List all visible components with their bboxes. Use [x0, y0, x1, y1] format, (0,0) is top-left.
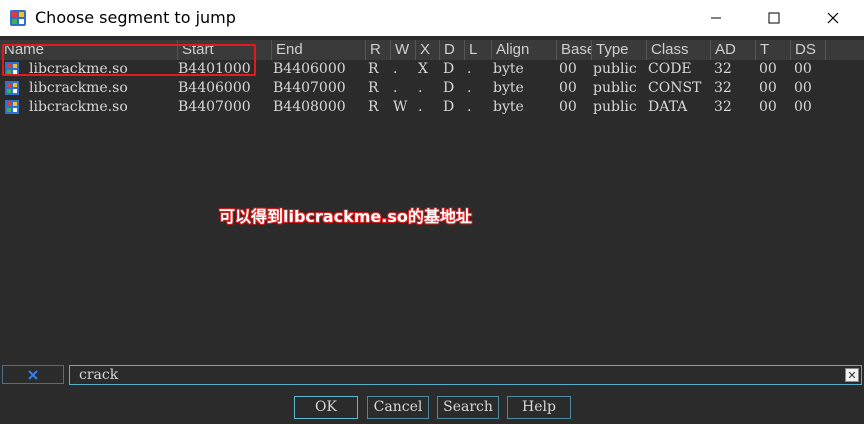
cell-type: public: [593, 99, 637, 115]
clear-filter-button[interactable]: [2, 365, 64, 384]
cell-align: byte: [493, 61, 524, 77]
annotation-highlight-box: [2, 44, 256, 76]
cell-name: libcrackme.so: [29, 80, 128, 96]
cell-l: .: [467, 80, 472, 96]
cell-d: D: [443, 99, 455, 115]
cell-t: 00: [759, 80, 777, 96]
cancel-button[interactable]: Cancel: [367, 396, 429, 419]
column-header-align[interactable]: Align: [492, 40, 557, 60]
segment-icon: [5, 81, 19, 95]
cell-align: byte: [493, 80, 524, 96]
help-button[interactable]: Help: [507, 396, 571, 419]
cell-r: R: [368, 80, 379, 96]
cell-end: B4408000: [273, 99, 346, 115]
column-header-ad[interactable]: AD: [711, 40, 756, 60]
cell-w: .: [393, 61, 398, 77]
cell-ad: 32: [714, 61, 732, 77]
cell-ad: 32: [714, 80, 732, 96]
minimize-button[interactable]: [693, 0, 739, 36]
table-row[interactable]: libcrackme.so B4406000 B4407000 R . . D …: [0, 79, 864, 98]
close-icon: [827, 12, 839, 24]
segment-dialog: Choose segment to jump Name Start End R …: [0, 0, 864, 424]
cell-x: X: [418, 61, 428, 77]
cell-end: B4407000: [273, 80, 346, 96]
cell-class: DATA: [648, 99, 688, 115]
cell-class: CONST: [648, 80, 702, 96]
cell-ds: 00: [794, 99, 812, 115]
column-header-class[interactable]: Class: [647, 40, 711, 60]
cell-r: R: [368, 61, 379, 77]
cell-start: B4407000: [178, 99, 251, 115]
cell-base: 00: [559, 80, 577, 96]
maximize-icon: [768, 12, 780, 24]
column-header-base[interactable]: Base: [557, 40, 592, 60]
cell-ds: 00: [794, 61, 812, 77]
column-header-l[interactable]: L: [465, 40, 492, 60]
minimize-icon: [711, 17, 721, 19]
close-button[interactable]: [810, 0, 856, 36]
cell-l: .: [467, 61, 472, 77]
clear-input-icon[interactable]: ✕: [845, 368, 859, 382]
ok-button[interactable]: OK: [294, 396, 358, 419]
cell-base: 00: [559, 99, 577, 115]
column-header-w[interactable]: W: [391, 40, 416, 60]
cell-r: R: [368, 99, 379, 115]
filter-bar: crack ✕: [0, 364, 864, 386]
annotation-text: 可以得到libcrackme.so的基地址: [219, 207, 472, 226]
cell-w: .: [393, 80, 398, 96]
cell-w: W: [393, 99, 408, 115]
cell-base: 00: [559, 61, 577, 77]
cell-class: CODE: [648, 61, 692, 77]
cell-type: public: [593, 61, 637, 77]
cell-end: B4406000: [273, 61, 346, 77]
window-title: Choose segment to jump: [35, 8, 236, 27]
column-header-x[interactable]: X: [416, 40, 440, 60]
maximize-button[interactable]: [751, 0, 797, 36]
cell-ad: 32: [714, 99, 732, 115]
cell-x: .: [418, 99, 423, 115]
cell-align: byte: [493, 99, 524, 115]
filter-input-value: crack: [79, 367, 119, 383]
clear-filter-icon: [28, 369, 38, 380]
cell-d: D: [443, 61, 455, 77]
cell-d: D: [443, 80, 455, 96]
column-header-end[interactable]: End: [272, 40, 366, 60]
cell-name: libcrackme.so: [29, 99, 128, 115]
cell-t: 00: [759, 61, 777, 77]
cell-l: .: [467, 99, 472, 115]
segment-icon: [5, 100, 19, 114]
cell-x: .: [418, 80, 423, 96]
filter-input[interactable]: crack ✕: [69, 365, 862, 385]
cell-start: B4406000: [178, 80, 251, 96]
cell-ds: 00: [794, 80, 812, 96]
column-header-type[interactable]: Type: [592, 40, 647, 60]
cell-t: 00: [759, 99, 777, 115]
table-row[interactable]: libcrackme.so B4407000 B4408000 R W . D …: [0, 98, 864, 117]
column-header-t[interactable]: T: [756, 40, 791, 60]
column-header-d[interactable]: D: [440, 40, 465, 60]
search-button[interactable]: Search: [437, 396, 499, 419]
ida-app-icon: [10, 10, 26, 26]
cell-type: public: [593, 80, 637, 96]
column-header-ds[interactable]: DS: [791, 40, 826, 60]
column-header-r[interactable]: R: [366, 40, 391, 60]
title-bar: Choose segment to jump: [0, 0, 864, 36]
